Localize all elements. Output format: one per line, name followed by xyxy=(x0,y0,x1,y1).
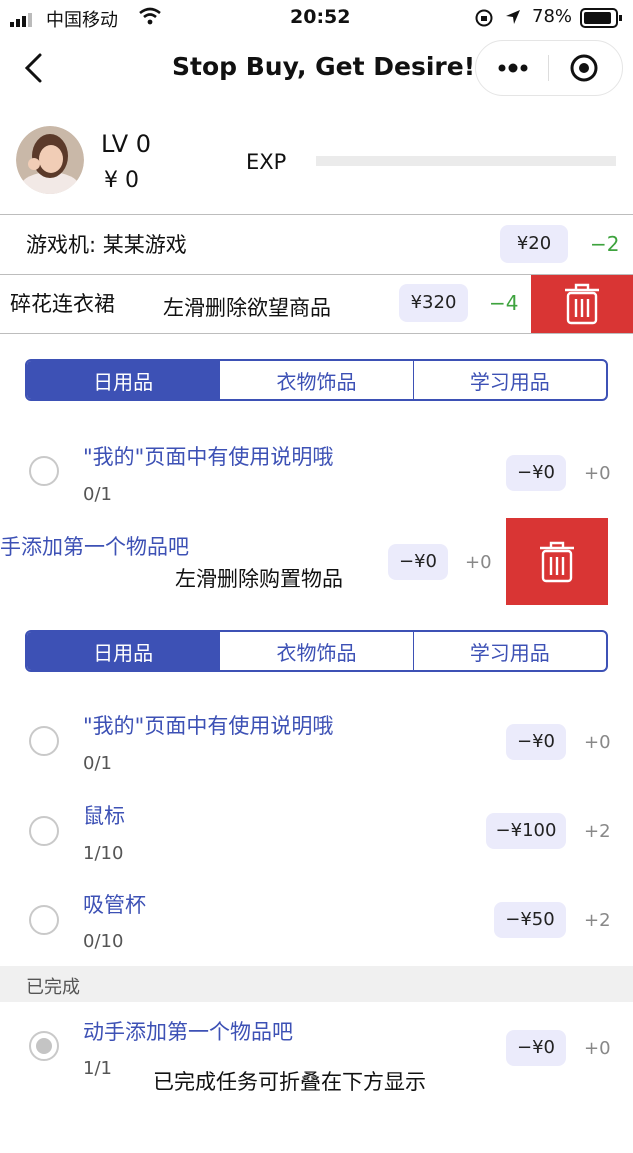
desire-row[interactable]: 碎花连衣裙 左滑删除欲望商品 ¥320 −4 xyxy=(0,275,633,333)
item-points: +0 xyxy=(465,552,492,573)
item-checkbox-checked[interactable] xyxy=(29,1031,59,1061)
item-price-pill: −¥50 xyxy=(494,902,566,938)
tab-clothing[interactable]: 衣物饰品 xyxy=(220,632,414,670)
exp-label: EXP xyxy=(246,150,287,174)
exp-progress-bar xyxy=(316,156,616,166)
checked-dot xyxy=(36,1038,52,1054)
close-target-icon[interactable] xyxy=(568,52,600,88)
desire-name: 游戏机: 某某游戏 xyxy=(26,233,187,257)
tab-clothing[interactable]: 衣物饰品 xyxy=(220,361,414,399)
desire-points: −2 xyxy=(590,232,620,256)
item-price-pill: −¥0 xyxy=(506,1030,566,1066)
category-segment: 日用品 衣物饰品 学习用品 xyxy=(25,630,608,672)
item-checkbox[interactable] xyxy=(29,905,59,935)
item-title: 手添加第一个物品吧 xyxy=(0,535,189,559)
item-price: −¥50 xyxy=(505,909,555,930)
item-points: +2 xyxy=(584,821,611,842)
item-points: +2 xyxy=(584,910,611,931)
desire-price: ¥20 xyxy=(516,233,552,254)
trash-icon xyxy=(540,541,574,582)
item-price-pill: −¥100 xyxy=(486,813,566,849)
tab-study[interactable]: 学习用品 xyxy=(414,632,606,670)
tab-study[interactable]: 学习用品 xyxy=(414,361,606,399)
item-checkbox[interactable] xyxy=(29,726,59,756)
battery-icon xyxy=(580,8,624,33)
level-label: LV 0 xyxy=(101,130,152,158)
avatar[interactable] xyxy=(16,126,84,194)
mini-program-capsule xyxy=(475,40,623,96)
category-segment: 日用品 衣物饰品 学习用品 xyxy=(25,359,608,401)
lock-rotation-icon xyxy=(474,8,494,33)
item-points: +0 xyxy=(584,1038,611,1059)
desire-price: ¥320 xyxy=(410,292,457,313)
item-price-pill: −¥0 xyxy=(506,455,566,491)
list-item[interactable]: 手添加第一个物品吧 左滑删除购置物品 −¥0 +0 xyxy=(0,518,633,606)
item-title: "我的"页面中有使用说明哦 xyxy=(83,714,334,738)
item-title: 动手添加第一个物品吧 xyxy=(83,1020,293,1044)
status-bar: 中国移动 20:52 78% xyxy=(0,0,633,36)
list-item[interactable]: "我的"页面中有使用说明哦 0/1 −¥0 +0 xyxy=(0,430,633,510)
desire-points: −4 xyxy=(489,291,519,315)
item-progress: 0/10 xyxy=(83,931,124,952)
delete-desire-button[interactable] xyxy=(531,275,633,333)
battery-percent: 78% xyxy=(532,6,573,27)
location-arrow-icon xyxy=(504,8,522,31)
swipe-desire-hint: 左滑删除欲望商品 xyxy=(163,296,331,320)
tab-daily[interactable]: 日用品 xyxy=(27,632,221,670)
item-price: −¥0 xyxy=(517,462,555,483)
item-progress: 0/1 xyxy=(83,484,112,505)
item-price-pill: −¥0 xyxy=(388,544,448,580)
item-checkbox[interactable] xyxy=(29,816,59,846)
completed-item[interactable]: 动手添加第一个物品吧 1/1 已完成任务可折叠在下方显示 −¥0 +0 xyxy=(0,1008,633,1094)
list-item[interactable]: "我的"页面中有使用说明哦 0/1 −¥0 +0 xyxy=(0,700,633,784)
carrier-label: 中国移动 xyxy=(46,10,118,31)
swipe-item-hint: 左滑删除购置物品 xyxy=(175,567,343,591)
item-progress: 1/10 xyxy=(83,843,124,864)
more-icon[interactable] xyxy=(494,55,534,81)
trash-icon xyxy=(565,283,599,325)
capsule-divider xyxy=(548,55,549,81)
wifi-icon xyxy=(138,7,162,30)
desire-row[interactable]: 游戏机: 某某游戏 ¥20 −2 xyxy=(0,215,633,274)
clock: 20:52 xyxy=(290,6,351,28)
item-title: 鼠标 xyxy=(83,804,125,828)
list-item[interactable]: 吸管杯 0/10 −¥50 +2 xyxy=(0,879,633,963)
back-chevron-icon[interactable] xyxy=(22,52,46,88)
item-price: −¥0 xyxy=(399,551,437,572)
item-title: 吸管杯 xyxy=(83,893,146,917)
item-title: "我的"页面中有使用说明哦 xyxy=(83,445,334,469)
delete-item-button[interactable] xyxy=(506,518,608,605)
item-progress: 1/1 xyxy=(83,1058,112,1079)
item-checkbox[interactable] xyxy=(29,456,59,486)
item-points: +0 xyxy=(584,463,611,484)
item-price: −¥0 xyxy=(517,1037,555,1058)
item-price: −¥0 xyxy=(517,731,555,752)
money-label: ¥ 0 xyxy=(104,168,139,193)
signal-icon xyxy=(10,11,42,27)
completed-header[interactable]: 已完成 xyxy=(0,966,633,1002)
collapse-hint: 已完成任务可折叠在下方显示 xyxy=(153,1070,426,1094)
desire-price-pill: ¥320 xyxy=(399,284,468,322)
desire-name: 碎花连衣裙 xyxy=(10,292,115,316)
item-progress: 0/1 xyxy=(83,753,112,774)
list-item[interactable]: 鼠标 1/10 −¥100 +2 xyxy=(0,790,633,874)
completed-label: 已完成 xyxy=(26,977,80,998)
item-price: −¥100 xyxy=(495,820,557,841)
page-title: Stop Buy, Get Desire! xyxy=(172,52,476,81)
item-price-pill: −¥0 xyxy=(506,724,566,760)
desire-price-pill: ¥20 xyxy=(500,225,568,263)
tab-daily[interactable]: 日用品 xyxy=(27,361,221,399)
item-points: +0 xyxy=(584,732,611,753)
divider xyxy=(0,333,633,334)
